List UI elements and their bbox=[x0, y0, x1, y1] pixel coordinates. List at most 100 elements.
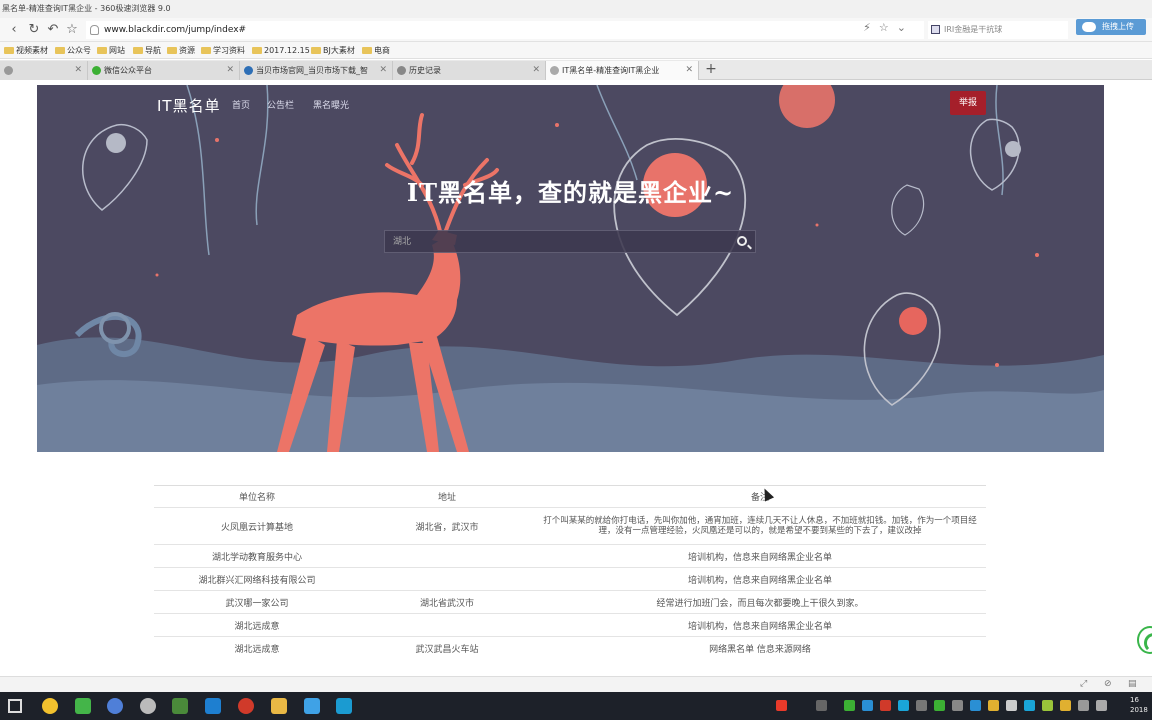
nav-bulletin[interactable]: 公告栏 bbox=[267, 98, 294, 111]
page-title: IT黑名单，查的就是黑企业~ bbox=[406, 178, 735, 207]
deer-illustration bbox=[37, 85, 1104, 452]
search-input[interactable] bbox=[385, 231, 725, 252]
column-header: 备注 bbox=[534, 485, 986, 508]
company-name: 湖北远成意 bbox=[154, 613, 360, 637]
bookmark-item[interactable]: BJ大素材 bbox=[311, 42, 355, 59]
tray-icon[interactable] bbox=[934, 700, 945, 711]
column-header: 单位名称 bbox=[154, 485, 360, 508]
bookmark-item[interactable]: 电商 bbox=[362, 42, 390, 59]
table-header-row: 单位名称 地址 备注 bbox=[154, 485, 986, 508]
os-taskbar: 16 2018 bbox=[0, 692, 1152, 720]
status-icon[interactable]: ⊘ bbox=[1104, 679, 1112, 689]
tray-icon[interactable] bbox=[898, 700, 909, 711]
search-icon[interactable] bbox=[737, 236, 747, 246]
company-address bbox=[360, 613, 534, 637]
table-row: 湖北远成意 武汉武昌火车站 网络黑名单 信息来源网络 bbox=[154, 636, 986, 660]
cloud-icon bbox=[1082, 22, 1096, 32]
tray-icon[interactable] bbox=[1078, 700, 1089, 711]
tray-icon[interactable] bbox=[916, 700, 927, 711]
start-menu-icon[interactable] bbox=[8, 699, 22, 713]
flash-icon[interactable]: ⚡ bbox=[863, 21, 879, 34]
app-icon[interactable] bbox=[140, 698, 156, 714]
tray-icon[interactable] bbox=[1006, 700, 1017, 711]
tab-item[interactable]: ✕ bbox=[0, 61, 88, 80]
address-bar[interactable]: www.blackdir.com/jump/index# bbox=[86, 21, 924, 39]
tab-item-active[interactable]: IT黑名单-精准查询IT黑企业 ✕ bbox=[546, 61, 699, 80]
search-text: IRI金融是干抗球 bbox=[944, 25, 1003, 34]
bookmark-item[interactable]: 公众号 bbox=[55, 42, 91, 59]
blacklist-table: 单位名称 地址 备注 火凤凰云计算基地 湖北省，武汉市 打个叫某某的就给你打电话… bbox=[154, 485, 986, 660]
tray-icon[interactable] bbox=[862, 700, 873, 711]
tab-favicon-icon bbox=[4, 66, 13, 75]
company-note: 经常进行加班门会，而且每次都要晚上干很久到家。 bbox=[534, 590, 986, 614]
chrome-app-icon[interactable] bbox=[107, 698, 123, 714]
star-icon[interactable]: ☆ bbox=[879, 21, 897, 34]
tab-favicon-icon bbox=[550, 66, 559, 75]
bookmark-item[interactable]: 网站 bbox=[97, 42, 125, 59]
company-address: 湖北省，武汉市 bbox=[360, 507, 534, 545]
tab-item[interactable]: 微信公众平台 ✕ bbox=[88, 61, 240, 80]
browser-toolbar: ‹ ↻ ↶ ☆ www.blackdir.com/jump/index# ⚡☆⌄… bbox=[0, 18, 1152, 42]
cloud-upload-button[interactable]: 拖拽上传 bbox=[1076, 19, 1146, 35]
app-icon[interactable] bbox=[336, 698, 352, 714]
close-icon[interactable]: ✕ bbox=[532, 61, 540, 80]
browser-status-bar: ⤢ ⊘ ▤ bbox=[0, 676, 1152, 692]
wechat-app-icon[interactable] bbox=[75, 698, 91, 714]
bookmark-item[interactable]: 资源 bbox=[167, 42, 195, 59]
company-note: 网络黑名单 信息来源网络 bbox=[534, 636, 986, 660]
nav-home[interactable]: 首页 bbox=[232, 98, 250, 111]
tab-item[interactable]: 历史记录 ✕ bbox=[393, 61, 546, 80]
close-icon[interactable]: ✕ bbox=[226, 61, 234, 80]
bookmark-item[interactable]: 学习资料 bbox=[201, 42, 245, 59]
folder-icon bbox=[311, 47, 321, 54]
volume-icon[interactable] bbox=[1096, 700, 1107, 711]
close-icon[interactable]: ✕ bbox=[685, 61, 693, 80]
tray-icon[interactable] bbox=[776, 700, 787, 711]
tab-favicon-icon bbox=[244, 66, 253, 75]
column-header: 地址 bbox=[360, 485, 534, 508]
status-icon[interactable]: ▤ bbox=[1128, 679, 1137, 689]
app-icon[interactable] bbox=[238, 698, 254, 714]
browser-app-icon[interactable] bbox=[42, 698, 58, 714]
tray-icon[interactable] bbox=[1024, 700, 1035, 711]
status-icon[interactable]: ⤢ bbox=[1080, 679, 1087, 689]
bookmark-item[interactable]: 2017.12.15 bbox=[252, 42, 310, 59]
wifi-icon[interactable] bbox=[844, 700, 855, 711]
back-icon[interactable]: ‹ bbox=[6, 22, 22, 38]
tray-icon[interactable] bbox=[1060, 700, 1071, 711]
tray-icon[interactable] bbox=[816, 700, 827, 711]
system-clock[interactable]: 16 2018 bbox=[1130, 695, 1148, 715]
reload-icon[interactable]: ↻ bbox=[26, 22, 42, 38]
company-name: 湖北学动教育服务中心 bbox=[154, 544, 360, 568]
favorite-star-icon[interactable]: ☆ bbox=[64, 22, 80, 38]
address-actions[interactable]: ⚡☆⌄ bbox=[863, 21, 914, 34]
tray-icon[interactable] bbox=[988, 700, 999, 711]
app-icon[interactable] bbox=[172, 698, 188, 714]
company-search[interactable] bbox=[384, 230, 756, 253]
close-icon[interactable]: ✕ bbox=[379, 61, 387, 80]
report-button[interactable]: 举报 bbox=[950, 91, 986, 115]
tray-icon[interactable] bbox=[970, 700, 981, 711]
tray-icon[interactable] bbox=[1042, 700, 1053, 711]
tab-item[interactable]: 当贝市场官网_当贝市场下载_智 ✕ bbox=[240, 61, 393, 80]
new-tab-button[interactable]: + bbox=[704, 60, 718, 80]
chevron-down-icon[interactable]: ⌄ bbox=[897, 21, 914, 34]
company-name: 武汉哪一家公司 bbox=[154, 590, 360, 614]
bookmark-item[interactable]: 视频素材 bbox=[4, 42, 48, 59]
close-icon[interactable]: ✕ bbox=[74, 61, 82, 80]
tray-icon[interactable] bbox=[952, 700, 963, 711]
search-input[interactable]: IRI金融是干抗球 bbox=[928, 21, 1068, 39]
app-icon[interactable] bbox=[205, 698, 221, 714]
site-logo[interactable]: IT黑名单 bbox=[157, 95, 221, 116]
nav-exposure[interactable]: 黑名曝光 bbox=[313, 98, 349, 111]
table-row: 湖北学动教育服务中心 培训机构，信息来自网络黑企业名单 bbox=[154, 544, 986, 568]
folder-icon bbox=[133, 47, 143, 54]
folder-app-icon[interactable] bbox=[271, 698, 287, 714]
hero-banner: IT黑名单 首页 公告栏 黑名曝光 举报 IT黑名单，查的就是黑企业~ bbox=[37, 85, 1104, 452]
company-address bbox=[360, 544, 534, 568]
undo-icon[interactable]: ↶ bbox=[45, 22, 61, 38]
folder-icon bbox=[4, 47, 14, 54]
bookmark-item[interactable]: 导航 bbox=[133, 42, 161, 59]
app-icon[interactable] bbox=[304, 698, 320, 714]
tray-icon[interactable] bbox=[880, 700, 891, 711]
